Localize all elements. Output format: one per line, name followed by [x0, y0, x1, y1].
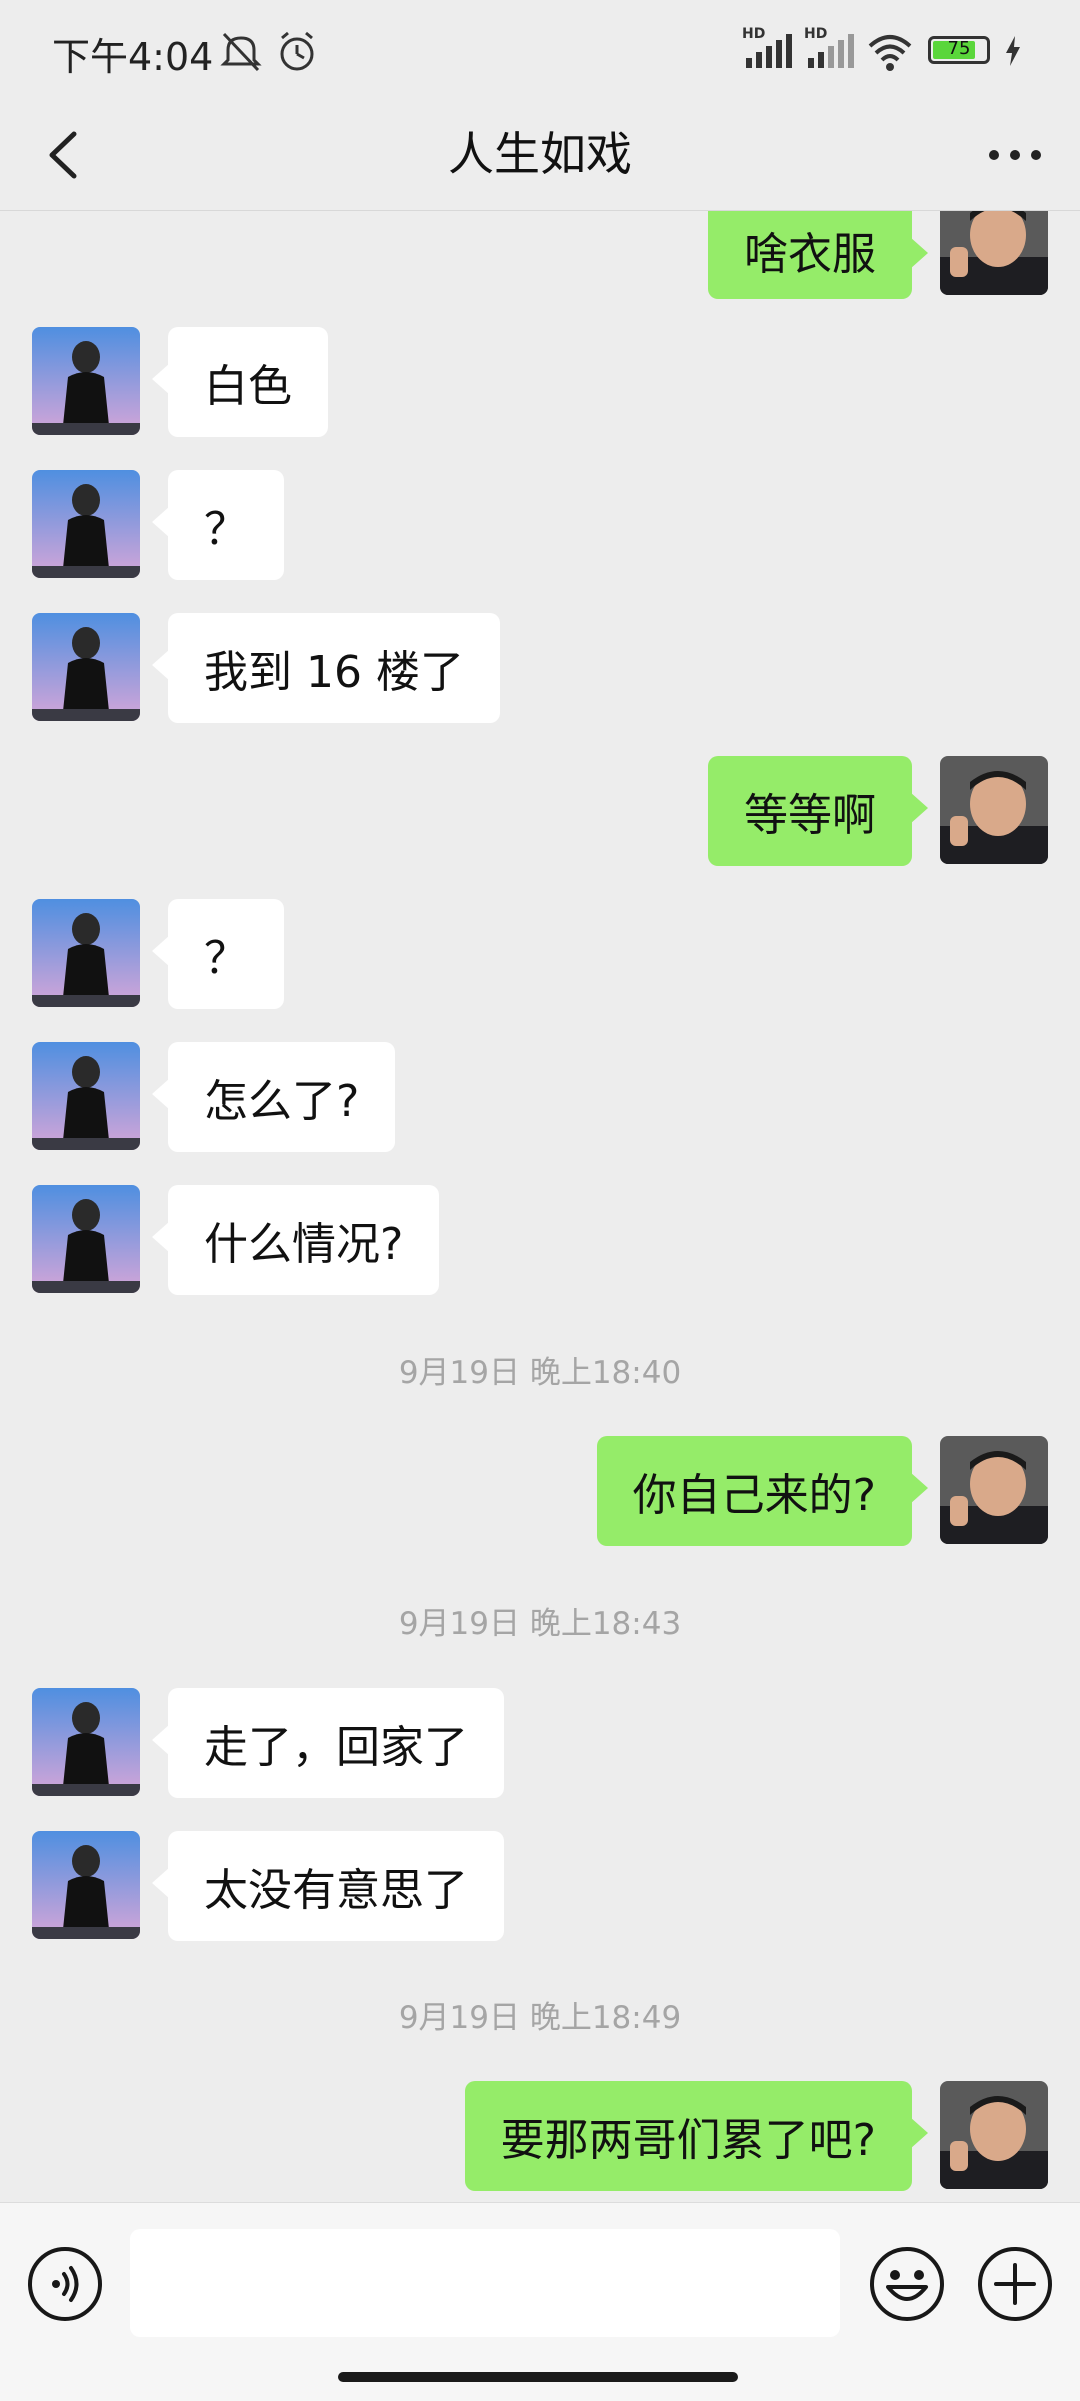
message-row: ？	[0, 470, 1080, 582]
message-bubble-received[interactable]: 什么情况?	[151, 1185, 440, 1295]
signal-hd-label-2: HD	[804, 26, 828, 42]
message-bubble-received[interactable]: 走了，回家了	[152, 1688, 504, 1798]
chat-title: 人生如戏	[448, 127, 632, 181]
message-bubble-received[interactable]: 我到 16 楼了	[152, 613, 500, 723]
status-bar: 下午4:04 HD HD 75	[0, 0, 1080, 100]
message-row: 要那两哥们累了吧?	[0, 2081, 1080, 2193]
battery-level: 75	[947, 38, 971, 59]
signal-icon-1: HD	[742, 26, 796, 76]
signal-icon-2: HD	[804, 26, 858, 76]
message-row: 白色	[0, 327, 1080, 439]
contact-avatar[interactable]	[32, 1042, 140, 1150]
my-avatar[interactable]	[940, 211, 1048, 295]
emoji-button[interactable]	[868, 2245, 946, 2323]
message-input[interactable]	[130, 2229, 840, 2337]
contact-avatar[interactable]	[32, 899, 140, 1007]
wifi-icon	[868, 35, 912, 71]
message-bubble-sent[interactable]: 等等啊	[708, 756, 928, 866]
message-bubble-received[interactable]: ？	[152, 899, 284, 1009]
contact-avatar[interactable]	[32, 613, 140, 721]
message-bubble-received[interactable]: ？	[152, 470, 284, 580]
battery-icon: 75	[928, 36, 990, 64]
contact-avatar[interactable]	[32, 327, 140, 435]
voice-input-button[interactable]	[26, 2245, 104, 2323]
message-row: 什么情况?	[0, 1185, 1080, 1297]
message-bubble-received[interactable]: 怎么了?	[151, 1042, 396, 1152]
contact-avatar[interactable]	[32, 470, 140, 578]
timestamp: 9月19日 晚上18:43	[398, 1606, 682, 1642]
my-avatar[interactable]	[940, 1436, 1048, 1544]
header: 人生如戏	[0, 100, 1080, 211]
status-time: 下午4:04	[52, 35, 214, 79]
chat-area[interactable]: 啥衣服 白色 ？ 我到 16 楼了 等等啊 ？ 怎么了? 什么情况? 9月19日…	[0, 211, 1080, 2201]
alarm-icon	[280, 31, 314, 71]
timestamp: 9月19日 晚上18:49	[398, 2000, 682, 2036]
message-row: 啥衣服	[0, 211, 1080, 309]
message-bubble-received[interactable]: 白色	[152, 327, 328, 437]
message-bubble-sent[interactable]: 啥衣服	[708, 211, 928, 299]
message-row: 怎么了?	[0, 1042, 1080, 1154]
home-indicator[interactable]	[338, 2372, 738, 2382]
charging-icon	[1006, 36, 1020, 66]
message-row: 等等啊	[0, 756, 1080, 868]
message-row: ？	[0, 899, 1080, 1011]
more-options-button[interactable]	[980, 120, 1050, 190]
contact-avatar[interactable]	[32, 1185, 140, 1293]
message-row: 我到 16 楼了	[0, 613, 1080, 725]
message-bubble-sent[interactable]: 要那两哥们累了吧?	[464, 2081, 929, 2191]
message-bubble-sent[interactable]: 你自己来的?	[596, 1436, 929, 1546]
message-bubble-received[interactable]: 太没有意思了	[152, 1831, 504, 1941]
signal-hd-label: HD	[742, 26, 766, 42]
contact-avatar[interactable]	[32, 1831, 140, 1939]
my-avatar[interactable]	[940, 756, 1048, 864]
mute-notification-icon	[220, 32, 262, 72]
more-functions-button[interactable]	[976, 2245, 1054, 2323]
my-avatar[interactable]	[940, 2081, 1048, 2189]
message-row: 太没有意思了	[0, 1831, 1080, 1943]
timestamp: 9月19日 晚上18:40	[398, 1355, 682, 1391]
contact-avatar[interactable]	[32, 1688, 140, 1796]
message-row: 你自己来的?	[0, 1436, 1080, 1548]
message-row: 走了，回家了	[0, 1688, 1080, 1800]
